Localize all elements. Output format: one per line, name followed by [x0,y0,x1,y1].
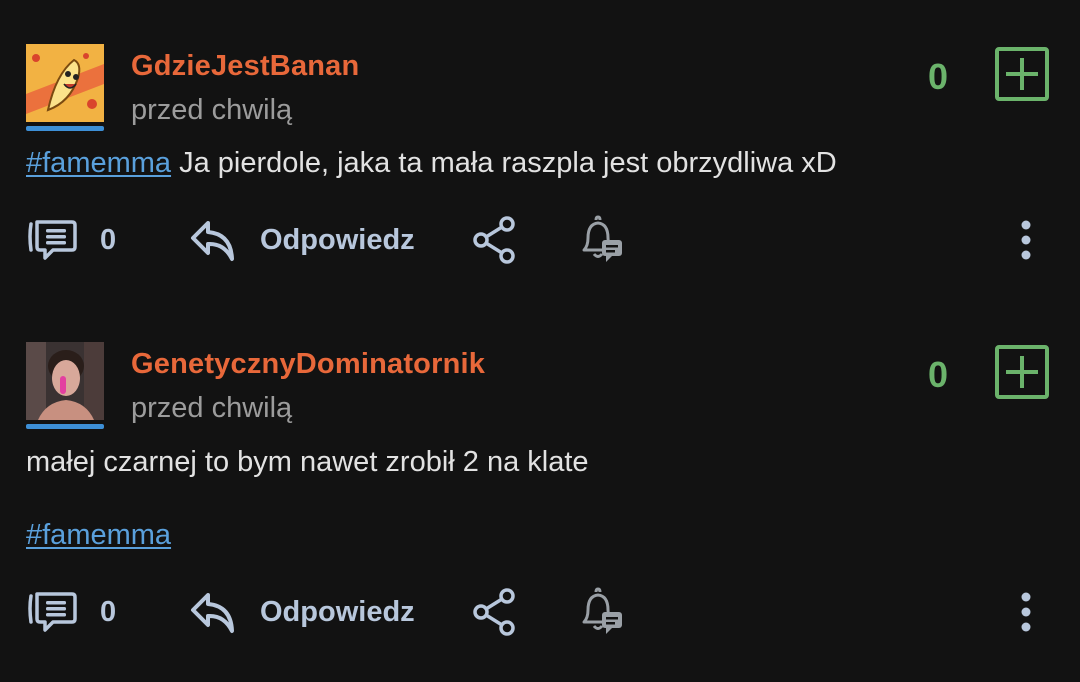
tag-link[interactable]: #famemma [26,519,171,551]
comments-count: 0 [100,595,117,628]
plus-icon [1006,356,1038,388]
comments-count: 0 [100,223,117,256]
post-time: przed chwilą [131,392,293,424]
author-name[interactable]: GdzieJestBanan [131,50,359,83]
comments-icon [28,220,77,260]
tag-line: #famemma [26,519,171,552]
post-text: małej czarnej to bym nawet zrobił 2 na k… [26,446,589,478]
more-vertical-icon [1021,592,1031,632]
upvote-button[interactable] [995,47,1049,101]
notification-bell-icon [582,587,622,634]
tag-link[interactable]: #famemma [26,147,171,179]
avatar-wrap[interactable] [26,342,106,429]
share-icon [473,216,515,264]
more-vertical-icon [1021,220,1031,260]
avatar[interactable] [26,342,104,420]
vote-score: 0 [927,56,949,97]
share-button[interactable] [470,210,518,270]
reply-label: Odpowiedz [260,595,415,628]
reply-icon [191,593,234,633]
post-body: #famemma Ja pierdole, jaka ta mała raszp… [26,147,837,180]
notification-bell-icon [582,215,622,262]
entry-post: GdzieJestBanan przed chwilą 0 #famemma J… [0,0,1080,300]
share-icon [473,588,515,636]
post-actions: 0 Odpowiedz [0,210,1080,270]
author-name[interactable]: GenetycznyDominatornik [131,348,485,381]
comments-icon [28,592,77,632]
avatar[interactable] [26,44,104,122]
notify-button[interactable] [576,582,626,642]
vote-score: 0 [927,354,949,395]
more-options-button[interactable] [1010,210,1042,270]
comments-button[interactable]: 0 [26,582,116,642]
avatar-status-bar [26,126,104,131]
more-options-button[interactable] [1010,582,1042,642]
post-text: Ja pierdole, jaka ta mała raszpla jest o… [171,147,837,179]
entry-post: GenetycznyDominatornik przed chwilą 0 ma… [0,300,1080,682]
plus-icon [1006,58,1038,90]
post-actions: 0 Odpowiedz [0,582,1080,642]
reply-icon [191,221,234,261]
reply-label: Odpowiedz [260,223,415,256]
comments-button[interactable]: 0 [26,210,116,270]
reply-button[interactable]: Odpowiedz [190,210,415,270]
post-time: przed chwilą [131,94,293,126]
share-button[interactable] [470,582,518,642]
upvote-button[interactable] [995,345,1049,399]
reply-button[interactable]: Odpowiedz [190,582,415,642]
entry-comments-feed: GdzieJestBanan przed chwilą 0 #famemma J… [0,0,1080,682]
notify-button[interactable] [576,210,626,270]
avatar-wrap[interactable] [26,44,106,131]
avatar-status-bar [26,424,104,429]
